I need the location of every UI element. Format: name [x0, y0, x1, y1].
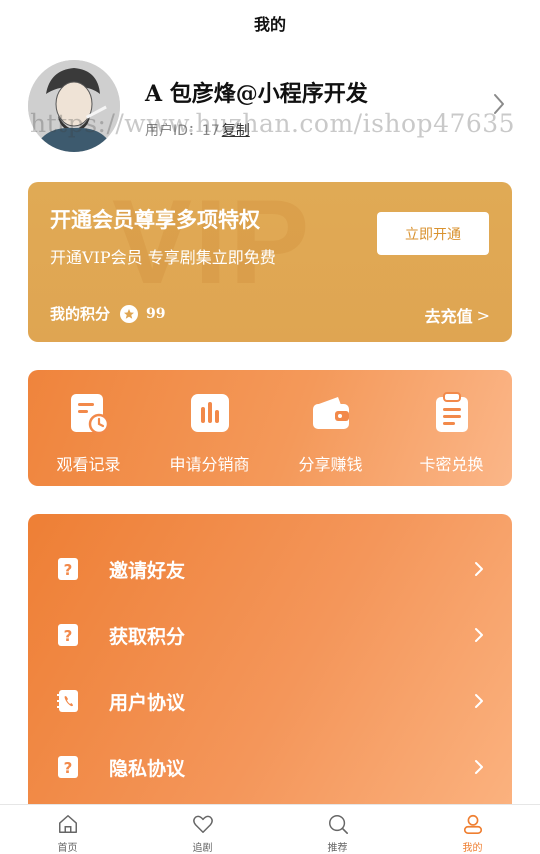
copy-id-button[interactable]: 复制: [222, 123, 250, 139]
tab-label: 推荐: [327, 843, 348, 854]
menu-label: 隐私协议: [109, 757, 186, 780]
tab-following[interactable]: 追剧: [135, 805, 270, 854]
question-mark-icon: ?: [58, 756, 78, 778]
vip-subtitle: 开通VIP会员 专享剧集立即免费: [50, 248, 276, 267]
menu-label: 用户协议: [109, 691, 186, 714]
bar-chart-icon: [190, 394, 229, 432]
user-name: A 包彦烽@小程序开发: [145, 81, 368, 107]
chevron-right-icon: [475, 628, 483, 642]
profile-section[interactable]: A 包彦烽@小程序开发 用户ID：17 复制: [28, 60, 512, 156]
svg-text:?: ?: [64, 759, 73, 777]
menu-item-get-points[interactable]: ? 获取积分: [28, 602, 512, 668]
avatar[interactable]: [28, 60, 120, 152]
user-icon: [463, 814, 482, 834]
quick-label: 观看记录: [56, 455, 121, 474]
vip-background-text: VIP: [112, 182, 312, 309]
recharge-label: 去充值: [424, 307, 473, 326]
watch-history-icon: [70, 394, 109, 434]
home-icon: [58, 815, 77, 833]
points-value: 99: [146, 305, 166, 322]
menu-item-user-agreement[interactable]: 用户协议: [28, 668, 512, 734]
quick-label: 申请分销商: [169, 455, 250, 474]
tab-recommend[interactable]: 推荐: [270, 805, 405, 854]
user-id-label: 用户ID：: [145, 123, 202, 139]
tab-bar: 首页 追剧 推荐 我的: [0, 804, 540, 854]
tab-mine[interactable]: 我的: [405, 805, 540, 854]
chevron-right-icon: [475, 694, 483, 708]
quick-label: 分享赚钱: [298, 455, 363, 474]
quick-apply-distributor[interactable]: 申请分销商: [149, 370, 270, 486]
quick-share-earn[interactable]: 分享赚钱: [270, 370, 391, 486]
quick-label: 卡密兑换: [419, 455, 484, 474]
quick-card-redeem[interactable]: 卡密兑换: [391, 370, 512, 486]
wallet-icon: [312, 397, 349, 429]
question-mark-icon: ?: [58, 558, 78, 580]
question-mark-icon: ?: [58, 624, 78, 646]
menu-label: 获取积分: [109, 625, 186, 648]
page-title: 我的: [253, 15, 286, 34]
quick-watch-history[interactable]: 观看记录: [28, 370, 149, 486]
quick-actions: 观看记录 申请分销商 分享赚钱 卡密兑换: [28, 370, 512, 486]
recharge-link[interactable]: 去充值 >: [425, 303, 490, 327]
search-icon: [328, 815, 348, 834]
star-icon: [120, 304, 139, 323]
chevron-right-icon[interactable]: [492, 92, 506, 116]
svg-text:?: ?: [64, 627, 73, 645]
vip-title: 开通会员尊享多项特权: [50, 208, 260, 232]
chevron-right-icon: [475, 760, 483, 774]
menu-item-invite-friends[interactable]: ? 邀请好友: [28, 536, 512, 602]
tab-label: 我的: [462, 843, 483, 854]
open-vip-button[interactable]: 立即开通: [377, 212, 489, 255]
menu-item-privacy-policy[interactable]: ? 隐私协议: [28, 734, 512, 800]
menu-list: ? 邀请好友 ? 获取积分 用户协议 ? 隐私协议: [28, 514, 512, 814]
svg-text:?: ?: [64, 561, 73, 579]
chevron-right-icon: [475, 562, 483, 576]
user-id-value: 17: [201, 123, 220, 139]
vip-card: VIP 开通会员尊享多项特权 开通VIP会员 专享剧集立即免费 立即开通 我的积…: [28, 182, 512, 342]
heart-icon: [192, 815, 213, 833]
menu-label: 邀请好友: [109, 559, 186, 582]
clipboard-icon: [435, 392, 468, 432]
phone-book-icon: [57, 690, 78, 712]
points-label: 我的积分: [50, 305, 111, 323]
recharge-chevron: >: [476, 305, 490, 325]
user-id-row: 用户ID：17 复制: [145, 120, 250, 140]
points-row: 我的积分 99: [50, 303, 166, 324]
tab-label: 追剧: [192, 843, 213, 854]
tab-label: 首页: [57, 843, 78, 854]
tab-home[interactable]: 首页: [0, 805, 135, 854]
